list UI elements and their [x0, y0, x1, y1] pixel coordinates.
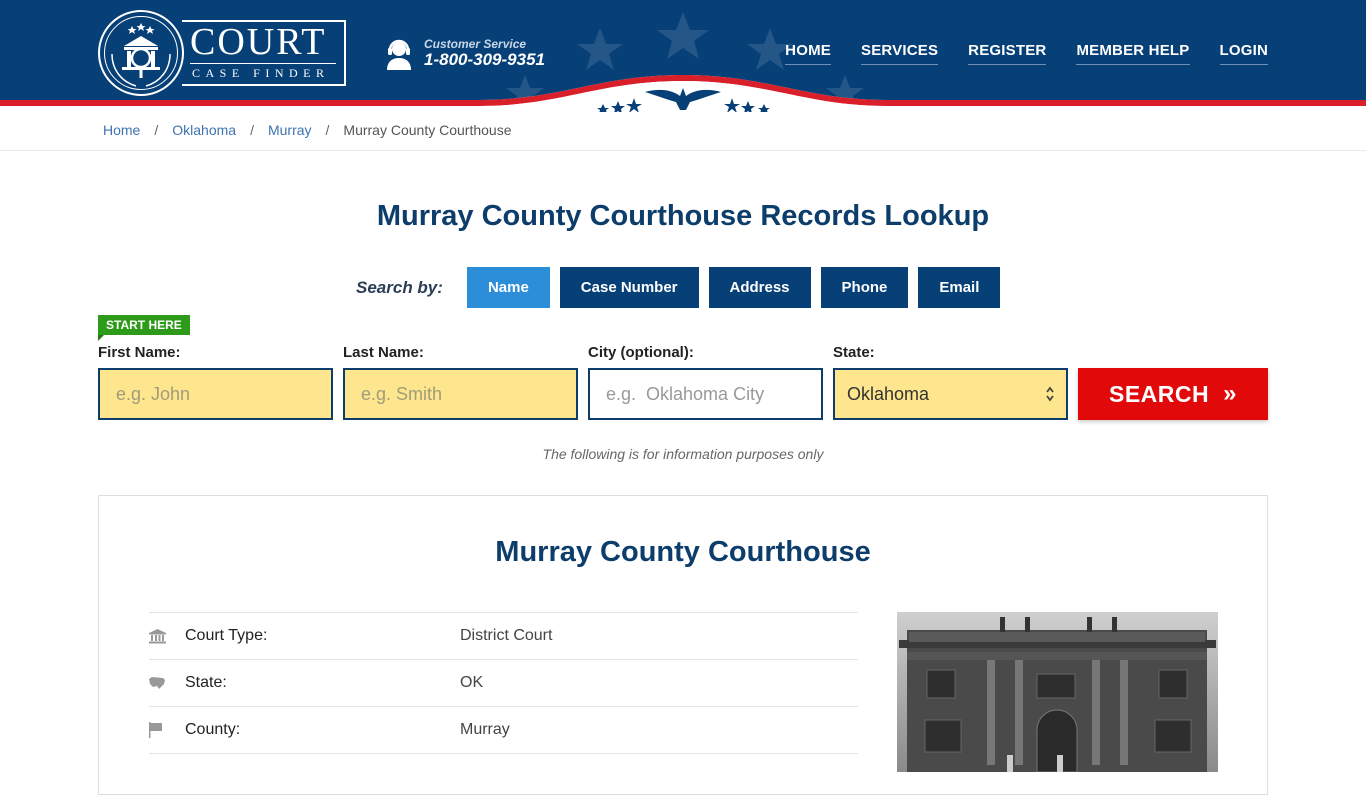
- detail-label: State:: [185, 674, 227, 691]
- breadcrumb-oklahoma[interactable]: Oklahoma: [172, 122, 236, 138]
- detail-label: Court Type:: [185, 627, 268, 644]
- detail-value: OK: [460, 674, 484, 691]
- breadcrumb-home[interactable]: Home: [103, 122, 140, 138]
- detail-row-state: State: OK: [149, 659, 858, 706]
- courthouse-details: Court Type: District Court State: OK Cou…: [149, 612, 858, 754]
- logo-title: COURT: [190, 21, 327, 63]
- nav-home[interactable]: HOME: [785, 42, 831, 65]
- first-name-label: First Name:: [98, 344, 181, 361]
- detail-row-county: County: Murray: [149, 706, 858, 753]
- courthouse-photo: [897, 612, 1218, 772]
- select-updown-icon: [1046, 386, 1054, 402]
- breadcrumb-separator: /: [325, 122, 330, 138]
- nav-services[interactable]: SERVICES: [860, 42, 939, 65]
- detail-value: Murray: [460, 721, 510, 738]
- state-select[interactable]: Oklahoma: [833, 368, 1068, 420]
- tab-name[interactable]: Name: [466, 267, 550, 308]
- page-title: Murray County Courthouse Records Lookup: [376, 200, 990, 232]
- double-chevron-right-icon: »: [1223, 380, 1237, 407]
- detail-value: District Court: [460, 627, 553, 644]
- city-label: City (optional):: [588, 344, 694, 361]
- site-logo[interactable]: COURT CASE FINDER: [98, 10, 348, 96]
- courthouse-icon: [149, 628, 185, 644]
- detail-row-court-type: Court Type: District Court: [149, 612, 858, 659]
- search-button[interactable]: SEARCH »: [1078, 368, 1268, 420]
- flag-icon: [149, 722, 185, 738]
- last-name-input[interactable]: [343, 368, 578, 420]
- breadcrumb-separator: /: [154, 122, 159, 138]
- first-name-input[interactable]: [98, 368, 333, 420]
- courthouse-title: Murray County Courthouse: [495, 536, 871, 568]
- customer-service-label: Customer Service: [424, 37, 527, 51]
- headset-support-icon: [387, 39, 411, 70]
- site-header: COURT CASE FINDER Customer Service 1-800…: [0, 0, 1366, 112]
- tab-address[interactable]: Address: [708, 267, 811, 308]
- state-label: State:: [833, 344, 875, 361]
- search-by-tabs: Search by: Name Case Number Address Phon…: [356, 267, 1010, 308]
- logo-subtitle: CASE FINDER: [192, 66, 330, 80]
- nav-member-help[interactable]: MEMBER HELP: [1076, 42, 1190, 65]
- divider: [0, 150, 1366, 151]
- logo-emblem: [98, 10, 184, 96]
- nav-register[interactable]: REGISTER: [968, 42, 1047, 65]
- breadcrumb-separator: /: [250, 122, 254, 138]
- last-name-label: Last Name:: [343, 344, 424, 361]
- disclaimer-text: The following is for information purpose…: [542, 446, 824, 462]
- tab-email[interactable]: Email: [918, 267, 1001, 308]
- start-here-badge: START HERE: [98, 315, 190, 341]
- customer-service-phone[interactable]: 1-800-309-9351: [424, 50, 545, 70]
- nav-login[interactable]: LOGIN: [1219, 42, 1268, 65]
- detail-label: County:: [185, 721, 241, 738]
- us-map-icon: [149, 677, 185, 689]
- tab-case-number[interactable]: Case Number: [559, 267, 699, 308]
- tab-phone[interactable]: Phone: [820, 267, 909, 308]
- breadcrumb-current: Murray County Courthouse: [343, 122, 512, 138]
- city-input[interactable]: [588, 368, 823, 420]
- courthouse-magnifier-icon: [111, 23, 171, 87]
- breadcrumb-murray[interactable]: Murray: [268, 122, 312, 138]
- state-select-value: Oklahoma: [847, 383, 930, 404]
- breadcrumb: Home / Oklahoma / Murray / Murray County…: [103, 122, 511, 138]
- main-nav: HOME SERVICES REGISTER MEMBER HELP LOGIN: [785, 42, 1268, 65]
- search-button-label: SEARCH: [1109, 380, 1210, 407]
- courthouse-card: Murray County Courthouse Court Type: Dis…: [98, 495, 1268, 795]
- customer-service[interactable]: Customer Service 1-800-309-9351: [385, 36, 555, 72]
- search-by-label: Search by:: [356, 277, 443, 297]
